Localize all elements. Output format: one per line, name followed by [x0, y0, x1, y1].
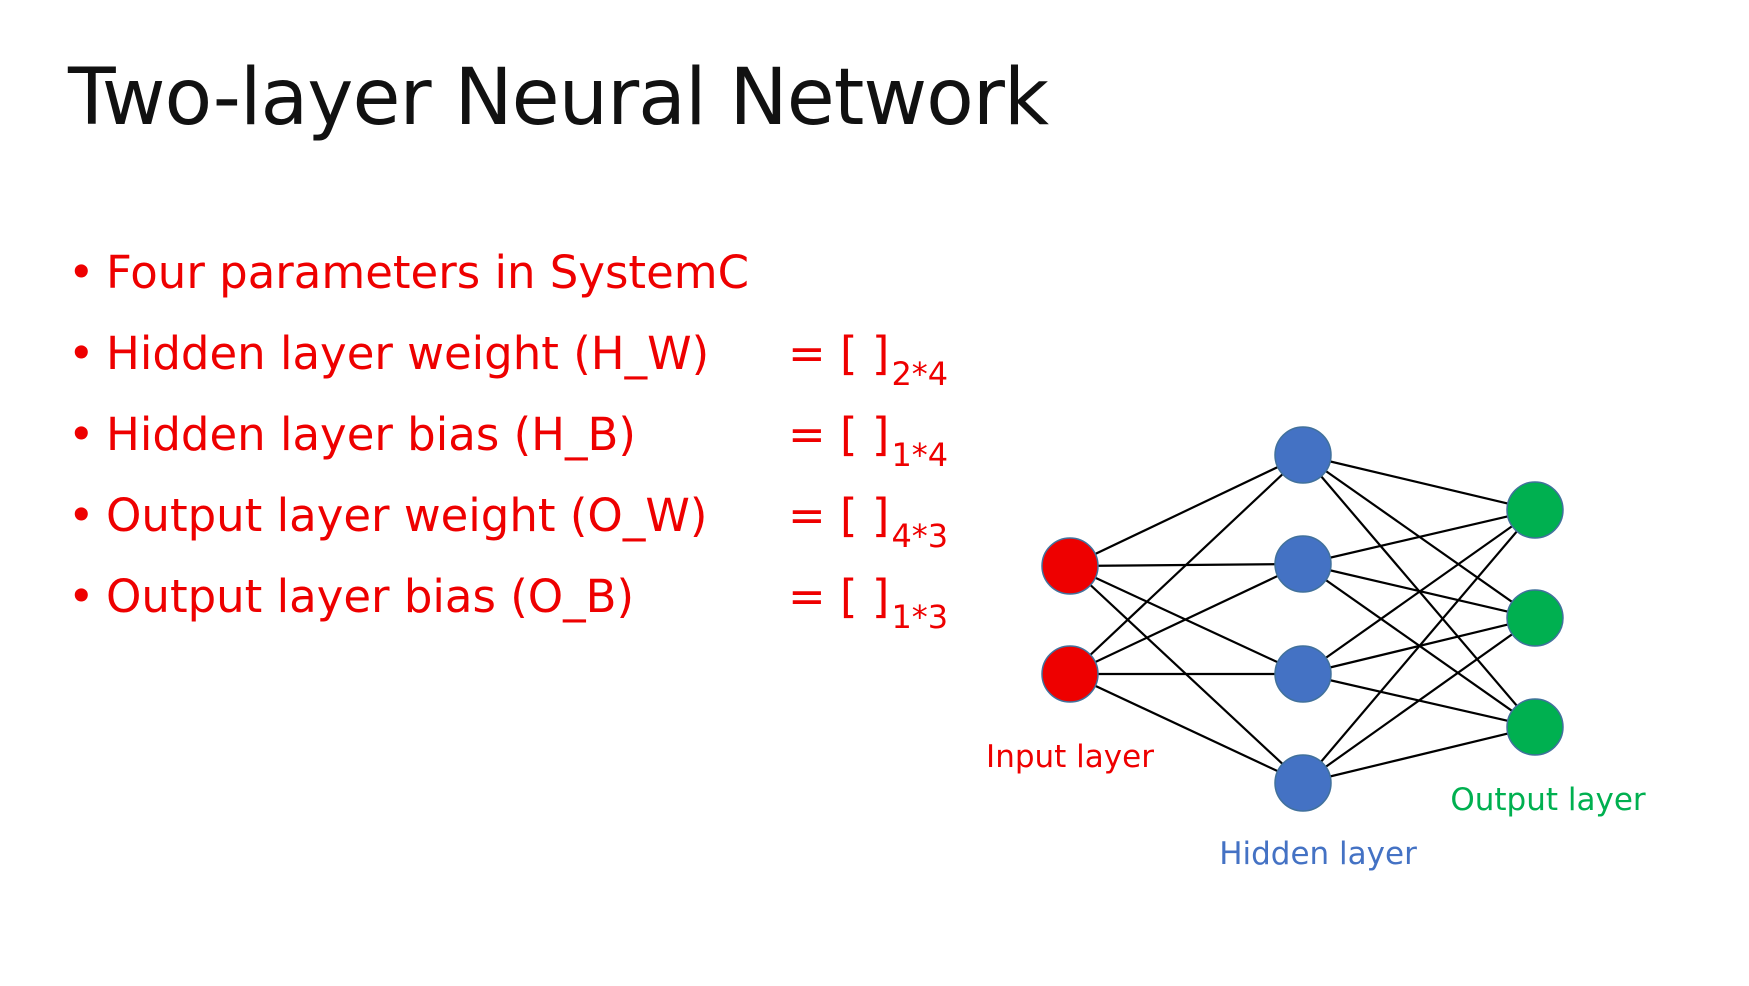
- connection-edges: [1069, 453, 1536, 785]
- output-node: [1506, 589, 1564, 647]
- hidden-node: [1274, 754, 1332, 812]
- connection-edge: [1302, 508, 1536, 566]
- neural-network-diagram: Input layer Hidden layer Output layer: [986, 426, 1646, 872]
- output-layer-label: Output layer: [1450, 782, 1646, 818]
- input-node: [1041, 645, 1099, 703]
- connection-edge: [1069, 454, 1304, 567]
- hidden-node: [1274, 535, 1332, 593]
- hidden-node: [1274, 426, 1332, 484]
- output-node: [1506, 481, 1564, 539]
- input-layer-label: Input layer: [986, 739, 1154, 775]
- connection-edge: [1302, 725, 1536, 785]
- input-node: [1041, 537, 1099, 595]
- connection-edge: [1302, 509, 1536, 784]
- output-node: [1506, 698, 1564, 756]
- hidden-layer-label: Hidden layer: [1219, 836, 1417, 872]
- connection-edge: [1302, 509, 1536, 675]
- connection-edge: [1302, 453, 1536, 512]
- connection-edge: [1302, 617, 1536, 784]
- hidden-node: [1274, 645, 1332, 703]
